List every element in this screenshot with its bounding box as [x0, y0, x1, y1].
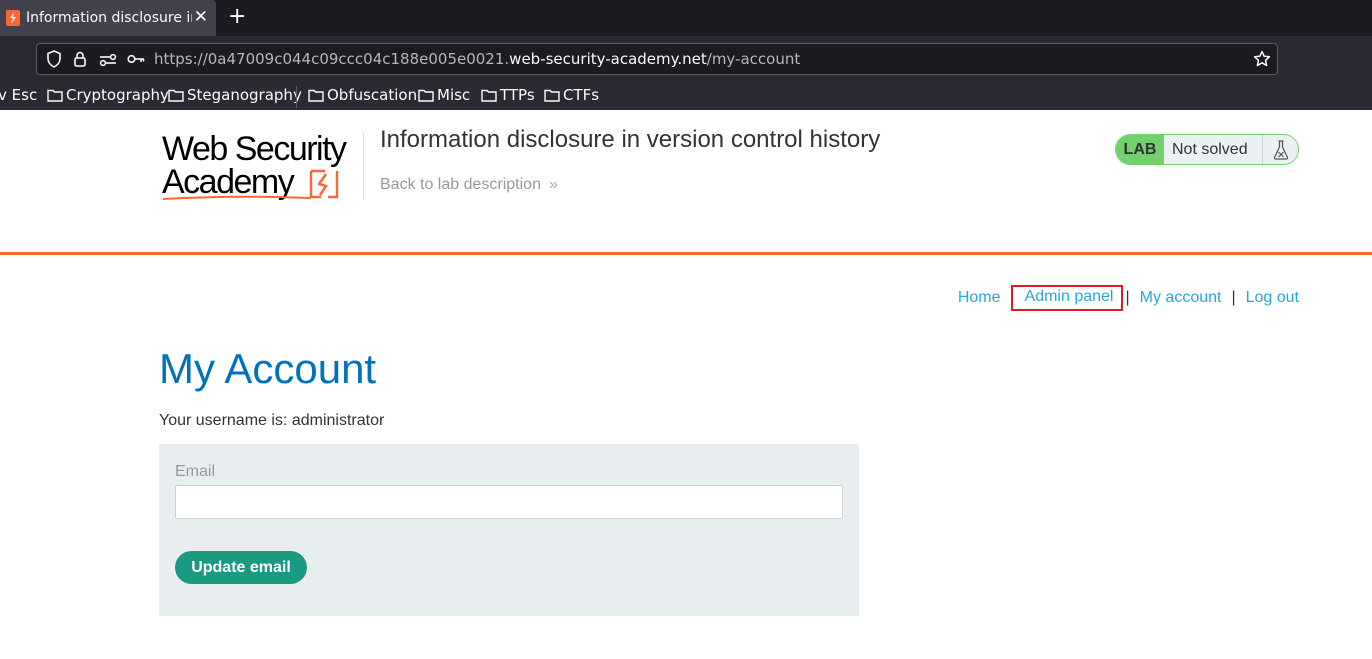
- lab-status-widget: LAB Not solved: [1115, 134, 1299, 165]
- logo-underline-swoosh: [162, 195, 311, 200]
- url-prefix: https://0a47009c044c09ccc04c188e005e0021…: [154, 50, 510, 68]
- browser-tab-bar: Information disclosure in v ✕ +: [0, 0, 1372, 36]
- change-email-form: Email Update email: [159, 444, 859, 616]
- bookmark-label: Cryptography: [66, 86, 169, 104]
- bookmarks-toolbar: v Esc Cryptography Steganography Obfusca…: [0, 82, 1372, 110]
- email-input[interactable]: [175, 485, 843, 519]
- bookmark-folder-steganography[interactable]: Steganography: [168, 86, 302, 104]
- bookmark-folder-obfuscation[interactable]: Obfuscation: [308, 86, 417, 104]
- header-orange-rule: [0, 252, 1372, 255]
- username-text: Your username is: administrator: [159, 412, 385, 429]
- permissions-icon[interactable]: [99, 53, 117, 67]
- lightning-logo-icon: [309, 169, 339, 199]
- nav-home-link[interactable]: Home: [958, 289, 1001, 307]
- folder-icon: [544, 89, 560, 102]
- new-tab-plus-icon[interactable]: +: [228, 4, 246, 30]
- portswigger-favicon-icon: [6, 10, 20, 26]
- nav-log-out-link[interactable]: Log out: [1246, 289, 1299, 307]
- folder-icon: [168, 89, 184, 102]
- bookmark-folder-ttps[interactable]: TTPs: [481, 86, 535, 104]
- bookmark-label: Steganography: [187, 86, 302, 104]
- url-bar[interactable]: https://0a47009c044c09ccc04c188e005e0021…: [36, 43, 1278, 75]
- bookmark-label: v Esc: [0, 86, 38, 104]
- bookmark-star-icon[interactable]: [1253, 50, 1271, 68]
- admin-panel-highlight-box: Admin panel: [1010, 285, 1124, 311]
- bookmark-label: Misc: [437, 86, 471, 104]
- web-page: Web Security Academy Information disclos…: [0, 110, 1372, 659]
- key-icon[interactable]: [127, 53, 145, 65]
- folder-icon: [418, 89, 434, 102]
- bookmark-label: TTPs: [500, 86, 535, 104]
- folder-icon: [481, 89, 497, 102]
- url-host: web-security-academy.net: [509, 50, 707, 68]
- url-text[interactable]: https://0a47009c044c09ccc04c188e005e0021…: [154, 50, 800, 68]
- folder-icon: [308, 89, 324, 102]
- url-path: /my-account: [706, 50, 801, 68]
- bookmark-label: CTFs: [563, 86, 600, 104]
- web-security-academy-logo[interactable]: Web Security Academy: [162, 130, 362, 202]
- bookmark-folder-priv-esc[interactable]: v Esc: [0, 86, 37, 104]
- flask-icon: [1262, 135, 1298, 164]
- page-title: My Account: [159, 345, 377, 392]
- shield-icon[interactable]: [46, 50, 62, 68]
- browser-tab-active[interactable]: Information disclosure in v ✕: [0, 0, 216, 36]
- lab-title: Information disclosure in version contro…: [380, 126, 881, 153]
- bookmark-folder-cryptography[interactable]: Cryptography: [47, 86, 169, 104]
- close-tab-icon[interactable]: ✕: [194, 8, 208, 26]
- header-divider: [363, 132, 364, 200]
- account-nav: Home Admin panel | My account | Log out: [958, 285, 1299, 311]
- lock-icon[interactable]: [73, 50, 87, 68]
- update-email-button[interactable]: Update email: [175, 551, 307, 584]
- lab-badge: LAB: [1116, 135, 1164, 164]
- bookmarks-separator: [296, 86, 297, 108]
- bookmark-folder-ctfs[interactable]: CTFs: [544, 86, 599, 104]
- nav-admin-panel-link[interactable]: Admin panel: [1025, 288, 1114, 305]
- tab-title: Information disclosure in v: [26, 10, 192, 26]
- email-label: Email: [175, 463, 216, 480]
- double-chevron-icon: »: [548, 176, 558, 193]
- nav-separator: |: [1231, 289, 1236, 306]
- folder-icon: [47, 89, 63, 102]
- back-to-lab-description-link[interactable]: Back to lab description »: [380, 176, 558, 194]
- nav-my-account-link[interactable]: My account: [1140, 289, 1222, 307]
- lab-solved-status: Not solved: [1164, 135, 1262, 164]
- nav-separator: |: [1125, 289, 1130, 306]
- bookmark-label: Obfuscation: [327, 86, 418, 104]
- back-link-label: Back to lab description: [380, 176, 541, 193]
- bookmark-folder-misc[interactable]: Misc: [418, 86, 470, 104]
